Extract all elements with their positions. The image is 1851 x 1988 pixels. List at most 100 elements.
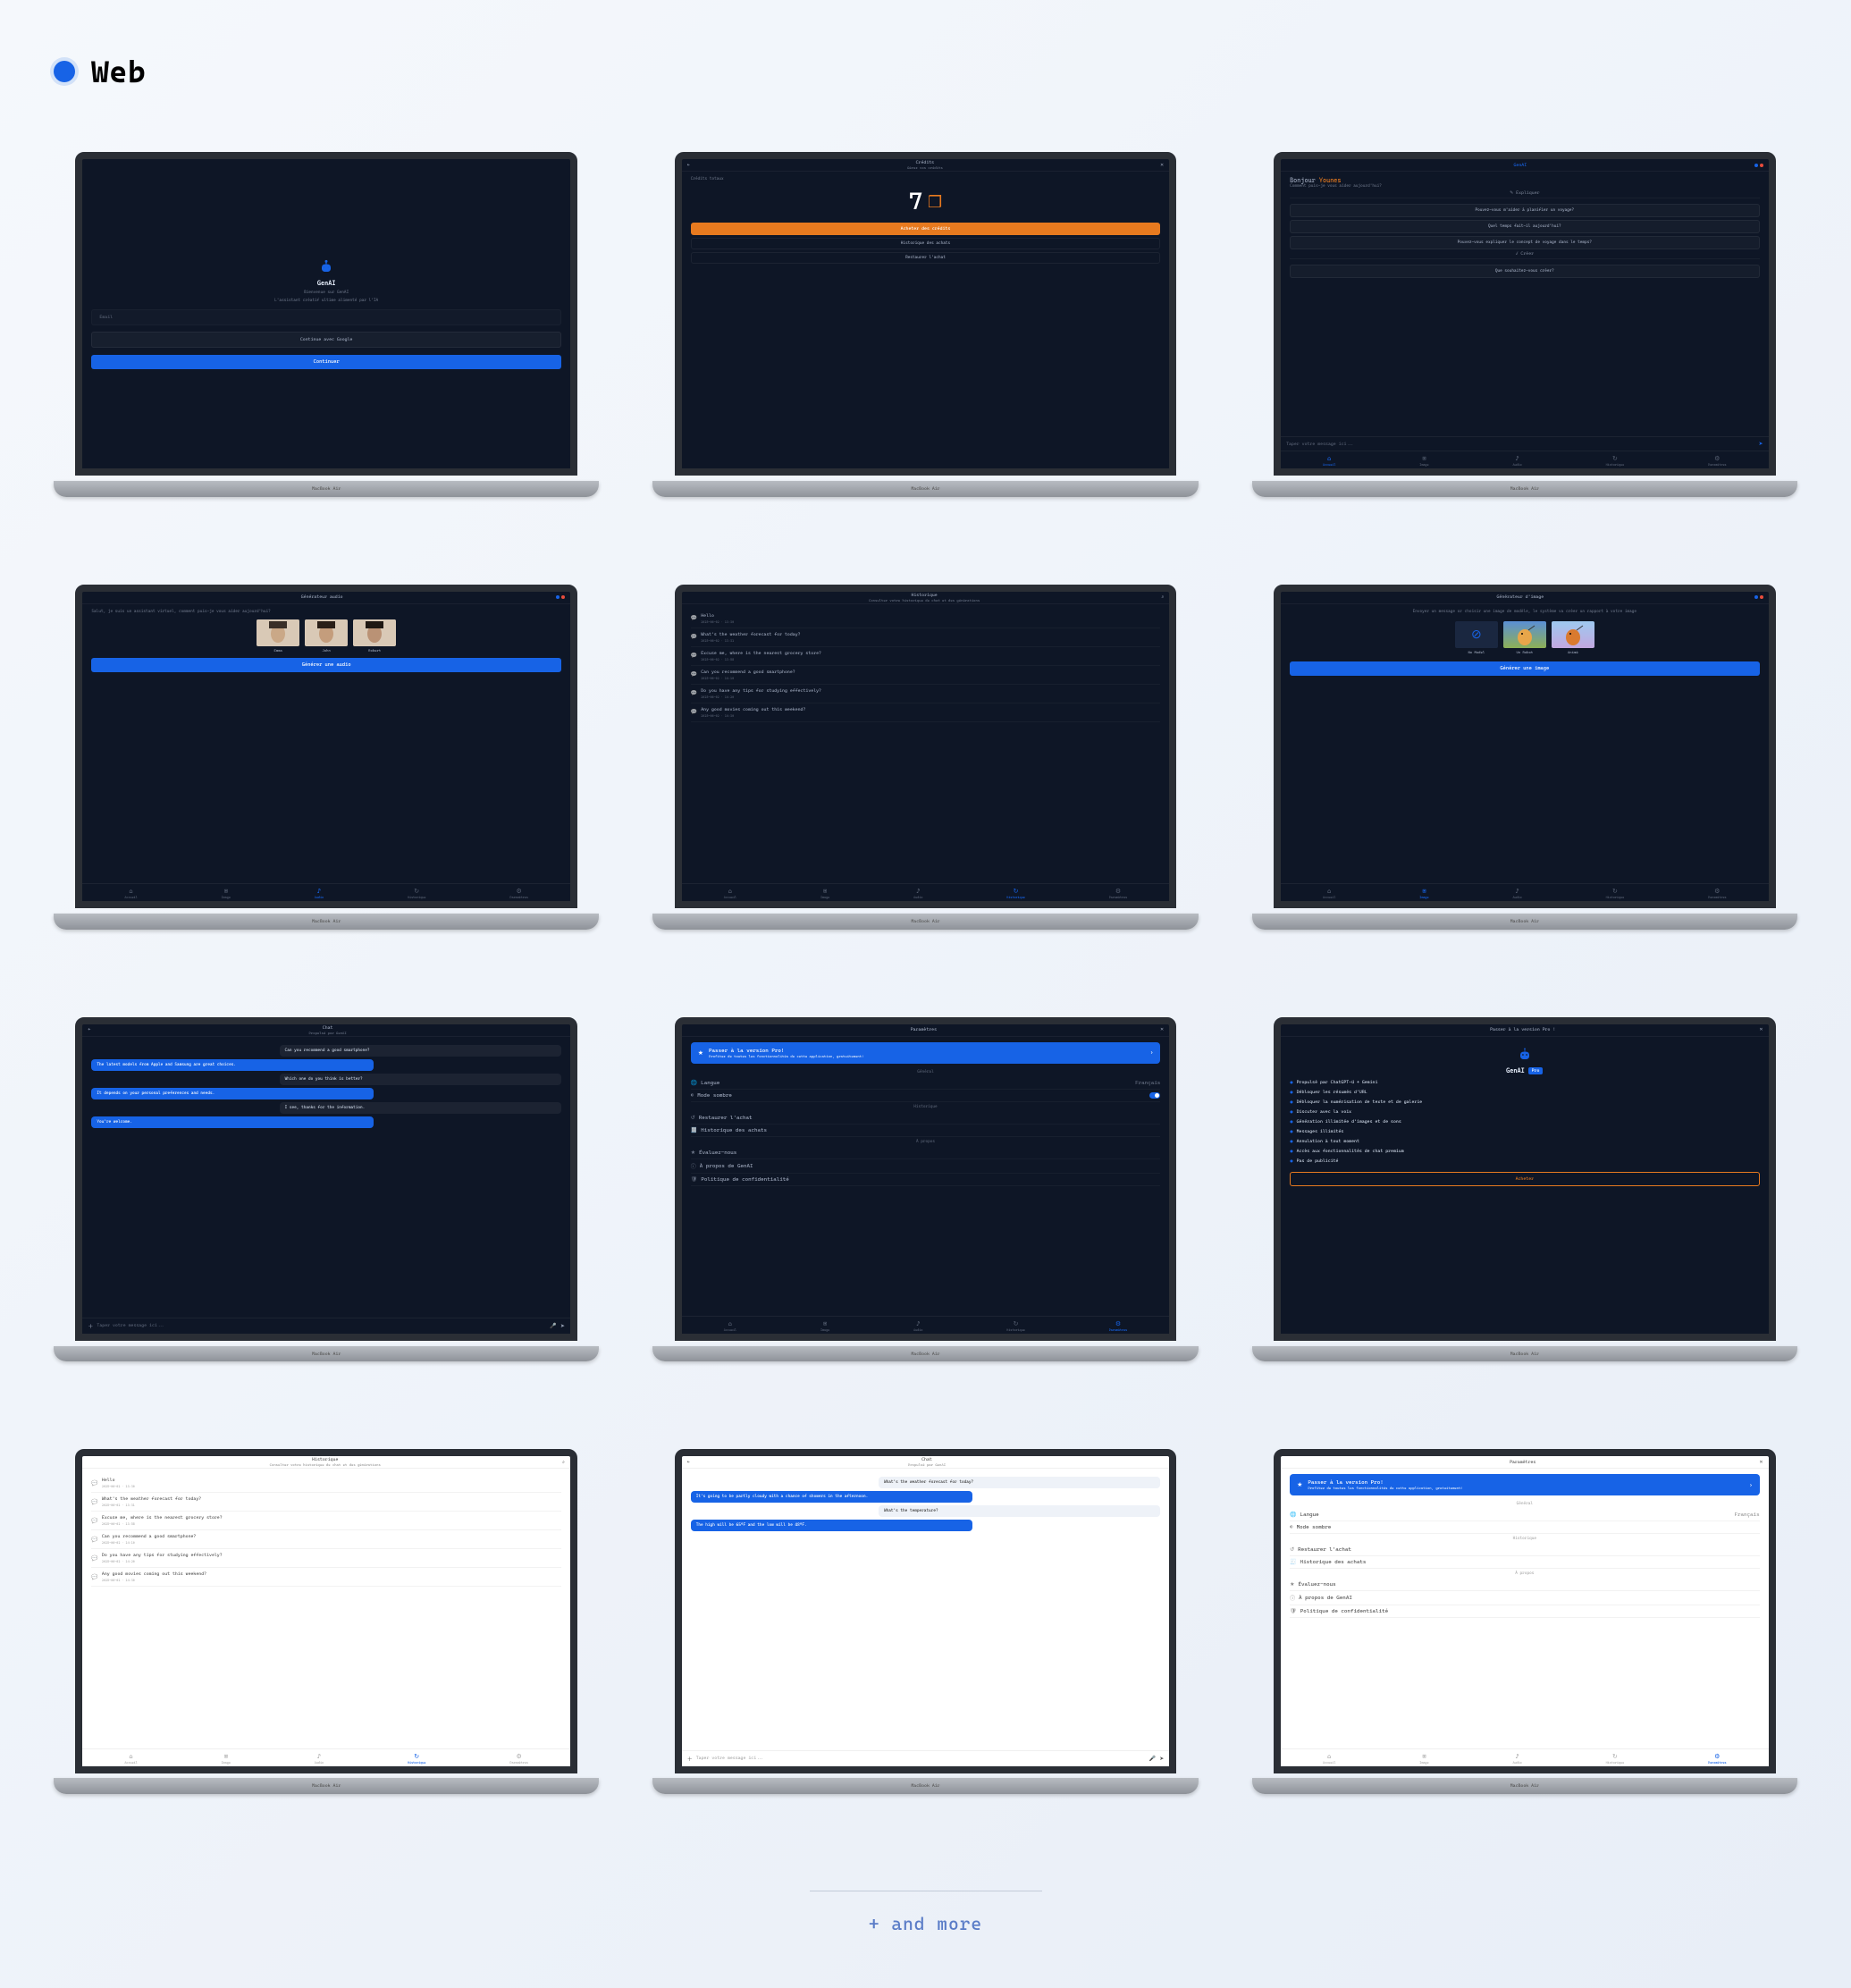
history-row[interactable]: 💬Any good movies coming out this weekend… — [691, 703, 1161, 722]
nav-history[interactable]: ↻Historique — [1006, 1320, 1025, 1332]
image-option-none[interactable]: ⊘ No Model — [1455, 621, 1498, 654]
nav-home[interactable]: ⌂Accueil — [124, 888, 137, 899]
chat-input[interactable]: Taper votre message ici... — [97, 1323, 546, 1328]
history-row[interactable]: 💬Can you recommend a good smartphone?202… — [91, 1530, 561, 1549]
setting-darkmode[interactable]: ◐Mode sombre — [691, 1090, 1161, 1102]
nav-home[interactable]: ⌂Accueil — [124, 1753, 137, 1765]
setting-privacy[interactable]: 🛡Politique de confidentialité — [691, 1174, 1161, 1186]
suggestion[interactable]: Que souhaitez-vous créer? — [1290, 265, 1760, 278]
search-icon[interactable]: ⌕ — [1161, 594, 1164, 600]
history-row[interactable]: 💬What's the weather forecast for today?2… — [691, 628, 1161, 647]
pro-banner[interactable]: ★ Passer à la version Pro! Profitez de t… — [1290, 1474, 1760, 1495]
nav-settings[interactable]: ⚙Paramètres — [1708, 1753, 1727, 1765]
nav-settings[interactable]: ⚙Paramètres — [509, 1753, 528, 1765]
chat-input[interactable]: Taper votre message ici... — [1286, 442, 1754, 447]
chat-input[interactable]: Taper votre message ici... — [696, 1756, 1146, 1761]
send-icon[interactable]: ➤ — [1159, 1756, 1164, 1762]
image-option-robot[interactable]: Un Robot — [1503, 621, 1546, 654]
close-icon[interactable] — [1760, 595, 1763, 599]
close-icon[interactable] — [1760, 164, 1763, 167]
nav-history[interactable]: ↻Historique — [1606, 455, 1625, 467]
setting-language[interactable]: 🌐LangueFrançais — [1290, 1509, 1760, 1521]
history-row[interactable]: 💬Excuse me, where is the nearest grocery… — [91, 1512, 561, 1530]
nav-image[interactable]: ▣Image — [222, 888, 231, 899]
nav-history[interactable]: ↻Historique — [1606, 888, 1625, 899]
mic-icon[interactable]: 🎤 — [550, 1323, 556, 1329]
close-icon[interactable]: ✕ — [1759, 1460, 1763, 1465]
close-icon[interactable]: ✕ — [1759, 1027, 1763, 1032]
nav-image[interactable]: ▣Image — [1419, 455, 1428, 467]
attach-icon[interactable]: ＋ — [687, 1755, 693, 1763]
nav-home[interactable]: ⌂Accueil — [1323, 1753, 1335, 1765]
image-option-anime[interactable]: Animé — [1552, 621, 1594, 654]
history-row[interactable]: 💬Hello2025-06-02 · 13:30 — [91, 1474, 561, 1493]
nav-settings[interactable]: ⚙Paramètres — [1708, 455, 1727, 467]
nav-home[interactable]: ⌂Accueil — [724, 888, 736, 899]
nav-audio[interactable]: ♪Audio — [315, 888, 324, 899]
generate-audio-button[interactable]: Générer une audio — [91, 658, 561, 672]
setting-about[interactable]: ⓘÀ propos de GenAI — [1290, 1591, 1760, 1605]
nav-history[interactable]: ↻Historique — [1606, 1753, 1625, 1765]
nav-settings[interactable]: ⚙Paramètres — [1109, 1320, 1128, 1332]
setting-restore[interactable]: ↺Restaurer l'achat — [1290, 1544, 1760, 1556]
nav-home[interactable]: ⌂Accueil — [1323, 888, 1335, 899]
setting-language[interactable]: 🌐LangueFrançais — [691, 1077, 1161, 1090]
pro-banner[interactable]: ★ Passer à la version Pro! Profitez de t… — [691, 1042, 1161, 1064]
nav-image[interactable]: ▣Image — [1419, 888, 1428, 899]
purchase-history-button[interactable]: Historique des achats — [691, 238, 1161, 249]
nav-settings[interactable]: ⚙Paramètres — [509, 888, 528, 899]
avatar-option[interactable]: Emma — [257, 619, 299, 653]
setting-about[interactable]: ⓘÀ propos de GenAI — [691, 1159, 1161, 1174]
history-row[interactable]: 💬Excuse me, where is the nearest grocery… — [691, 647, 1161, 666]
nav-history[interactable]: ↻Historique — [1006, 888, 1025, 899]
close-icon[interactable]: ✕ — [1160, 1027, 1164, 1032]
send-icon[interactable]: ➤ — [1759, 441, 1763, 447]
nav-settings[interactable]: ⚙Paramètres — [1708, 888, 1727, 899]
history-row[interactable]: 💬Hello2025-06-02 · 13:30 — [691, 610, 1161, 628]
nav-image[interactable]: ▣Image — [222, 1753, 231, 1765]
suggestion[interactable]: Pouvez-vous expliquer le concept de voya… — [1290, 236, 1760, 249]
setting-purchases[interactable]: 🧾Historique des achats — [691, 1125, 1161, 1137]
search-icon[interactable]: ⌕ — [562, 1460, 565, 1465]
nav-image[interactable]: ▣Image — [820, 888, 829, 899]
expand-icon[interactable] — [1754, 595, 1758, 599]
nav-audio[interactable]: ♪Audio — [315, 1753, 324, 1765]
close-icon[interactable]: ✕ — [1160, 163, 1164, 168]
email-field[interactable]: Email — [91, 309, 561, 325]
nav-audio[interactable]: ♪Audio — [1512, 1753, 1521, 1765]
expand-icon[interactable] — [1754, 164, 1758, 167]
nav-audio[interactable]: ♪Audio — [913, 888, 922, 899]
avatar-option[interactable]: John — [305, 619, 348, 653]
nav-history[interactable]: ↻Historique — [408, 888, 426, 899]
suggestion[interactable]: Pouvez-vous m'aider à planifier un voyag… — [1290, 204, 1760, 217]
mic-icon[interactable]: 🎤 — [1149, 1756, 1156, 1762]
setting-rate[interactable]: ★Évaluez-nous — [1290, 1579, 1760, 1591]
suggestion[interactable]: Quel temps fait-il aujourd'hui? — [1290, 220, 1760, 233]
restore-button[interactable]: Restaurer l'achat — [691, 252, 1161, 264]
setting-restore[interactable]: ↺Restaurer l'achat — [691, 1112, 1161, 1125]
generate-image-button[interactable]: Générer une image — [1290, 661, 1760, 676]
dark-toggle[interactable] — [1149, 1092, 1160, 1099]
history-row[interactable]: 💬Any good movies coming out this weekend… — [91, 1568, 561, 1587]
history-row[interactable]: 💬Can you recommend a good smartphone?202… — [691, 666, 1161, 685]
nav-audio[interactable]: ♪Audio — [913, 1320, 922, 1332]
setting-purchases[interactable]: 🧾Historique des achats — [1290, 1556, 1760, 1569]
nav-history[interactable]: ↻Historique — [408, 1753, 426, 1765]
nav-home[interactable]: ⌂Accueil — [724, 1320, 736, 1332]
close-icon[interactable] — [561, 595, 565, 599]
buy-credits-button[interactable]: Acheter des crédits — [691, 223, 1161, 235]
nav-home[interactable]: ⌂Accueil — [1323, 455, 1335, 467]
history-row[interactable]: 💬Do you have any tips for studying effec… — [691, 685, 1161, 703]
setting-darkmode[interactable]: ◐Mode sombre — [1290, 1521, 1760, 1534]
nav-audio[interactable]: ♪Audio — [1512, 455, 1521, 467]
setting-privacy[interactable]: 🛡Politique de confidentialité — [1290, 1605, 1760, 1618]
nav-audio[interactable]: ♪Audio — [1512, 888, 1521, 899]
history-row[interactable]: 💬What's the weather forecast for today?2… — [91, 1493, 561, 1512]
buy-button[interactable]: Acheter — [1290, 1172, 1760, 1186]
nav-image[interactable]: ▣Image — [1419, 1753, 1428, 1765]
history-row[interactable]: 💬Do you have any tips for studying effec… — [91, 1549, 561, 1568]
nav-settings[interactable]: ⚙Paramètres — [1109, 888, 1128, 899]
expand-icon[interactable] — [556, 595, 560, 599]
google-button[interactable]: Continue avec Google — [91, 332, 561, 348]
nav-image[interactable]: ▣Image — [820, 1320, 829, 1332]
